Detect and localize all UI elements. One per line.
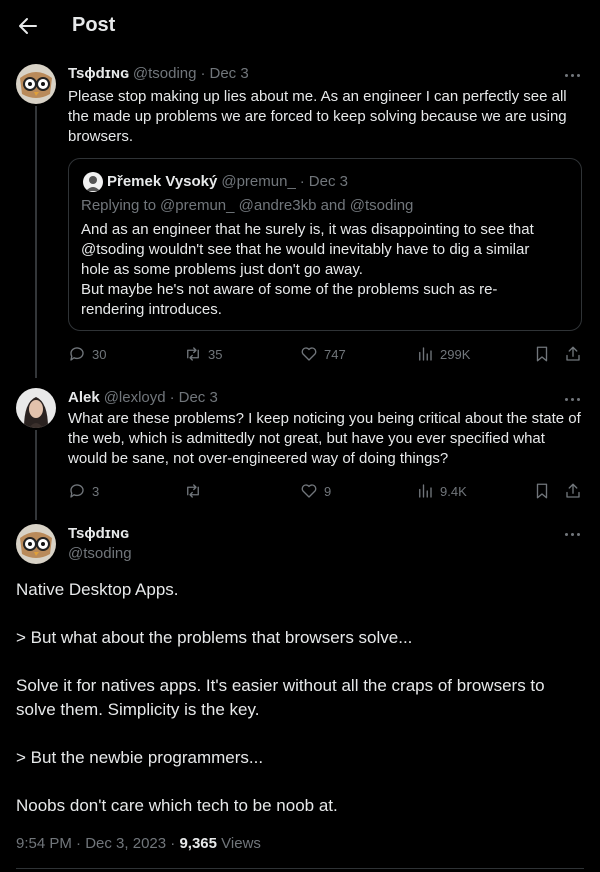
page-title: Post: [72, 14, 116, 36]
separator: ·: [170, 835, 176, 852]
quote-text: But maybe he's not aware of some of the …: [81, 281, 498, 318]
main-post-paragraph: > But the newbie programmers...: [16, 748, 264, 767]
post-header: Tsɸdɪɴɢ @tsoding · Dec 3: [68, 65, 249, 82]
more-dot: [570, 73, 574, 77]
like-button[interactable]: 747: [300, 345, 346, 363]
quote-author-name: Přemek Vysoký: [107, 173, 218, 190]
repost-icon: [187, 347, 199, 361]
divider: [16, 868, 584, 869]
repost-button[interactable]: 35: [184, 345, 222, 363]
top-bar: Post: [0, 0, 600, 52]
reply-button[interactable]: 30: [68, 345, 106, 363]
share-icon: [566, 483, 580, 498]
quoted-post[interactable]: Přemek Vysoký @premun_ · Dec 3 Replying …: [68, 158, 582, 331]
heart-icon: [301, 484, 317, 498]
post-full-date[interactable]: Dec 3, 2023: [85, 835, 166, 852]
more-options-button[interactable]: [560, 392, 584, 406]
main-post-paragraph: > But what about the problems that brows…: [16, 628, 413, 647]
more-options-button[interactable]: [560, 527, 584, 541]
owl-avatar-icon: [16, 64, 56, 104]
main-post-paragraph: Noobs don't care which tech to be noob a…: [16, 796, 338, 815]
reply-icon: [70, 484, 84, 498]
thread-line: [35, 430, 37, 520]
reply-button[interactable]: 3: [68, 482, 99, 500]
back-button[interactable]: [14, 10, 42, 42]
separator: ·: [299, 173, 305, 190]
post-metadata: 9:54 PM · Dec 3, 2023 · 9,365 Views: [16, 835, 261, 852]
post-text: Please stop making up lies about me. As …: [68, 88, 567, 145]
avatar: [83, 172, 103, 192]
more-dot: [576, 397, 580, 401]
avatar[interactable]: [16, 64, 56, 104]
bookmark-icon: [536, 483, 548, 499]
share-icon: [566, 346, 580, 361]
more-dot: [564, 397, 568, 401]
quote-header: Přemek Vysoký @premun_ · Dec 3: [107, 173, 348, 190]
like-count: 747: [324, 346, 346, 362]
like-button[interactable]: 9: [300, 482, 331, 500]
main-post-paragraph: Native Desktop Apps.: [16, 580, 179, 599]
reply-count: 3: [92, 483, 100, 499]
author-handle[interactable]: @lexloyd: [104, 389, 166, 406]
bookmark-icon: [536, 346, 548, 362]
avatar[interactable]: [16, 524, 56, 564]
views-button[interactable]: 299K: [416, 345, 470, 363]
replying-prefix: Replying to: [81, 197, 157, 214]
avatar[interactable]: [16, 388, 56, 428]
separator: ·: [76, 835, 82, 852]
post-text: What are these problems? I keep noticing…: [68, 410, 581, 467]
replying-users: @premun_ @andre3kb and @tsoding: [160, 197, 414, 214]
reply-count: 30: [92, 346, 107, 362]
quote-text: And as an engineer that he surely is, it…: [81, 221, 534, 278]
post-header: Alek @lexloyd · Dec 3: [68, 389, 218, 406]
author-handle[interactable]: @tsoding: [133, 65, 197, 82]
quote-date: Dec 3: [308, 173, 348, 190]
author-name[interactable]: Tsɸdɪɴɢ: [68, 65, 129, 82]
views-total: 9,365: [179, 835, 217, 852]
like-count: 9: [324, 483, 332, 499]
separator: ·: [169, 389, 175, 406]
back-arrow-icon: [19, 18, 37, 34]
post-date[interactable]: Dec 3: [179, 389, 218, 406]
more-dot: [570, 532, 574, 536]
owl-avatar-icon: [16, 524, 56, 564]
author-name[interactable]: Tsɸdɪɴɢ: [68, 525, 129, 542]
replying-to: Replying to @premun_ @andre3kb and @tsod…: [81, 197, 413, 214]
more-dot: [576, 73, 580, 77]
main-post-paragraph: Solve it for natives apps. It's easier w…: [16, 676, 545, 719]
analytics-icon: [419, 347, 432, 361]
repost-count: 35: [208, 346, 223, 362]
author-name[interactable]: Alek: [68, 389, 100, 406]
repost-button[interactable]: [184, 482, 208, 500]
views-button[interactable]: 9.4K: [416, 482, 467, 500]
views-count: 9.4K: [440, 483, 467, 499]
post-time[interactable]: 9:54 PM: [16, 835, 72, 852]
share-button[interactable]: [564, 345, 582, 363]
repost-icon: [187, 484, 199, 498]
person-photo-icon: [16, 388, 56, 428]
analytics-icon: [419, 484, 432, 498]
bookmark-button[interactable]: [533, 345, 551, 363]
more-options-button[interactable]: [560, 68, 584, 82]
more-dot: [570, 397, 574, 401]
more-dot: [564, 532, 568, 536]
thread-line: [35, 106, 37, 378]
bookmark-button[interactable]: [533, 482, 551, 500]
views-count: 299K: [440, 346, 471, 362]
person-avatar-icon: [83, 172, 103, 192]
more-dot: [564, 73, 568, 77]
share-button[interactable]: [564, 482, 582, 500]
author-handle[interactable]: @tsoding: [68, 545, 132, 562]
post-date[interactable]: Dec 3: [210, 65, 249, 82]
views-label: Views: [221, 835, 261, 852]
separator: ·: [200, 65, 206, 82]
more-dot: [576, 532, 580, 536]
quote-author-handle: @premun_: [221, 173, 296, 190]
reply-icon: [70, 347, 84, 361]
heart-icon: [301, 347, 317, 361]
